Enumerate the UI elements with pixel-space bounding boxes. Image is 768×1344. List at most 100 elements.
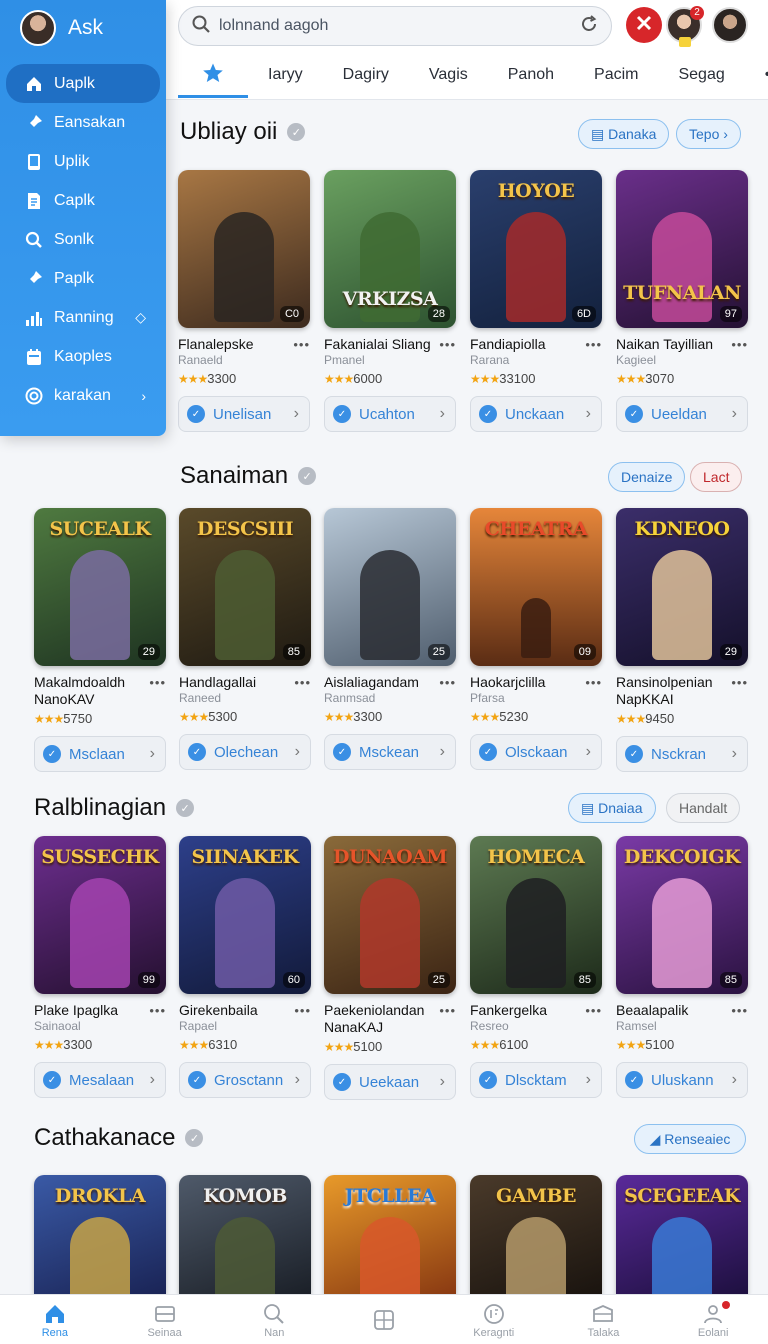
game-thumbnail[interactable]: SUCEALK 29 xyxy=(34,508,166,666)
more-icon[interactable]: ••• xyxy=(439,1002,456,1019)
tab-vagis[interactable]: Vagis xyxy=(409,52,488,98)
game-card[interactable]: HOYOE 6D Fandiapiolla ••• Rarana ★★★33100 … xyxy=(470,170,602,432)
game-thumbnail[interactable]: SIINAKEK 60 xyxy=(179,836,311,994)
tab-iaryy[interactable]: Iaryy xyxy=(248,52,323,98)
game-thumbnail[interactable]: GAMBE xyxy=(470,1175,602,1294)
game-thumbnail[interactable]: KOMOB xyxy=(179,1175,311,1294)
filter-pill[interactable]: ▤ Danaka xyxy=(578,119,670,149)
more-icon[interactable]: ••• xyxy=(585,674,602,691)
game-thumbnail[interactable]: HOYOE 6D xyxy=(470,170,602,328)
game-card[interactable]: KDNEOO 29 Ransinolpenian NapKKAI ••• ★★★94… xyxy=(616,508,748,772)
nav-search[interactable]: Nan xyxy=(219,1295,329,1344)
more-icon[interactable]: ••• xyxy=(439,674,456,691)
sidebar-item-uplik[interactable]: Uplik xyxy=(6,142,160,181)
filter-pill[interactable]: Denaize xyxy=(608,462,686,492)
nav-box[interactable]: Talaka xyxy=(549,1295,659,1344)
nav-home[interactable]: Rena xyxy=(0,1295,110,1344)
game-action-button[interactable]: ✓ Unckaan › xyxy=(470,396,602,432)
game-card[interactable]: CHEATRA 09 Haokarjclilla ••• Pfarsa ★★★523… xyxy=(470,508,602,770)
game-action-button[interactable]: ✓ Mesalaan › xyxy=(34,1062,166,1098)
game-card[interactable]: DROKLA xyxy=(34,1175,166,1294)
game-thumbnail[interactable]: CHEATRA 09 xyxy=(470,508,602,666)
more-icon[interactable]: ••• xyxy=(731,336,748,353)
filter-pill[interactable]: ◢ Renseaiec xyxy=(634,1124,746,1154)
profile-avatar[interactable] xyxy=(712,7,748,43)
tab-dagiry[interactable]: Dagiry xyxy=(323,52,409,98)
game-card[interactable]: HOMECA 85 Fankergelka ••• Resreo ★★★6100 ✓… xyxy=(470,836,602,1098)
game-thumbnail[interactable]: TUFNALAN 97 xyxy=(616,170,748,328)
game-card[interactable]: SUCEALK 29 Makalmdoaldh NanoKAV ••• ★★★575… xyxy=(34,508,166,772)
game-card[interactable]: C0 Flanalepske ••• Ranaeld ★★★3300 ✓ Uneli… xyxy=(178,170,310,432)
game-card[interactable]: DESCSIII 85 Handlagallai ••• Raneed ★★★530… xyxy=(179,508,311,770)
more-icon[interactable]: ••• xyxy=(149,674,166,691)
sidebar-item-kaoples[interactable]: Kaoples xyxy=(6,337,160,376)
nav-grid[interactable] xyxy=(329,1295,439,1344)
game-action-button[interactable]: ✓ Unelisan › xyxy=(178,396,310,432)
game-action-button[interactable]: ✓ Olsckaan › xyxy=(470,734,602,770)
game-card[interactable]: SCEGEEAK xyxy=(616,1175,748,1294)
tab-pacim[interactable]: Pacim xyxy=(574,52,658,98)
avatar[interactable] xyxy=(20,10,56,46)
game-card[interactable]: GAMBE xyxy=(470,1175,602,1294)
filter-pill[interactable]: Lact xyxy=(690,462,743,492)
game-action-button[interactable]: ✓ Ueeldan › xyxy=(616,396,748,432)
more-icon[interactable]: ••• xyxy=(149,1002,166,1019)
game-action-button[interactable]: ✓ Dlscktam › xyxy=(470,1062,602,1098)
game-card[interactable]: 25 Aislaliagandam ••• Ranmsad ★★★3300 ✓ Ms… xyxy=(324,508,456,770)
filter-pill[interactable]: Handalt xyxy=(666,793,741,823)
filter-pill[interactable]: ▤ Dnaiaa xyxy=(568,793,656,823)
more-icon[interactable]: ••• xyxy=(293,336,310,353)
user-avatar[interactable]: 2 xyxy=(666,6,704,47)
search-input[interactable] xyxy=(219,17,579,35)
sidebar-item-sonlk[interactable]: Sonlk xyxy=(6,220,160,259)
game-thumbnail[interactable]: SCEGEEAK xyxy=(616,1175,748,1294)
tab-segag[interactable]: Segag xyxy=(658,52,744,98)
tab-home[interactable] xyxy=(178,52,248,98)
more-icon[interactable]: ••• xyxy=(439,336,456,353)
game-action-button[interactable]: ✓ Uluskann › xyxy=(616,1062,748,1098)
sidebar-item-ranning[interactable]: Ranning ◇ xyxy=(6,298,160,337)
more-icon[interactable]: ••• xyxy=(731,1002,748,1019)
nav-inbox[interactable]: Seinaa xyxy=(110,1295,220,1344)
game-thumbnail[interactable]: DUNAOAM 25 xyxy=(324,836,456,994)
game-card[interactable]: DUNAOAM 25 Paekeniolandan NanaKAJ ••• ★★★5… xyxy=(324,836,456,1100)
game-action-button[interactable]: ✓ Olechean › xyxy=(179,734,311,770)
nav-badge[interactable]: Keragnti xyxy=(439,1295,549,1344)
game-thumbnail[interactable]: SUSSECHK 99 xyxy=(34,836,166,994)
tab-panoh[interactable]: Panoh xyxy=(488,52,574,98)
sidebar-item-karakan[interactable]: karakan › xyxy=(6,376,160,415)
game-thumbnail[interactable]: DEKCOIGK 85 xyxy=(616,836,748,994)
game-thumbnail[interactable]: DESCSIII 85 xyxy=(179,508,311,666)
game-card[interactable]: SUSSECHK 99 Plake Ipaglka ••• Sainaoal ★★★… xyxy=(34,836,166,1098)
game-card[interactable]: SIINAKEK 60 Girekenbaila ••• Rapael ★★★631… xyxy=(179,836,311,1098)
sidebar-item-caplk[interactable]: Caplk xyxy=(6,181,160,220)
game-thumbnail[interactable]: DROKLA xyxy=(34,1175,166,1294)
game-action-button[interactable]: ✓ Msckean › xyxy=(324,734,456,770)
game-thumbnail[interactable]: JTCLLEA xyxy=(324,1175,456,1294)
more-icon[interactable]: ••• xyxy=(585,336,602,353)
game-thumbnail[interactable]: 25 xyxy=(324,508,456,666)
game-action-button[interactable]: ✓ Grosctann › xyxy=(179,1062,311,1098)
game-thumbnail[interactable]: C0 xyxy=(178,170,310,328)
sidebar-item-paplk[interactable]: Paplk xyxy=(6,259,160,298)
more-icon[interactable]: ••• xyxy=(731,674,748,691)
game-action-button[interactable]: ✓ Nsckran › xyxy=(616,736,748,772)
more-icon[interactable]: ••• xyxy=(294,1002,311,1019)
game-card[interactable]: KOMOB xyxy=(179,1175,311,1294)
game-thumbnail[interactable]: KDNEOO 29 xyxy=(616,508,748,666)
close-button[interactable] xyxy=(626,7,662,43)
sidebar-item-home[interactable]: Uaplk xyxy=(6,64,160,103)
game-card[interactable]: VRKIZSA 28 Fakanialai Sliang ••• Pmanel ★★… xyxy=(324,170,456,432)
game-card[interactable]: TUFNALAN 97 Naikan Tayillian ••• Kagieel ★… xyxy=(616,170,748,432)
game-action-button[interactable]: ✓ Ucahton › xyxy=(324,396,456,432)
game-card[interactable]: JTCLLEA xyxy=(324,1175,456,1294)
more-icon[interactable]: ••• xyxy=(294,674,311,691)
game-thumbnail[interactable]: VRKIZSA 28 xyxy=(324,170,456,328)
game-action-button[interactable]: ✓ Ueekaan › xyxy=(324,1064,456,1100)
nav-profile[interactable]: Eolani xyxy=(658,1295,768,1344)
filter-pill[interactable]: Tepo › xyxy=(676,119,741,149)
game-thumbnail[interactable]: HOMECA 85 xyxy=(470,836,602,994)
sidebar-item-eansakan[interactable]: Eansakan xyxy=(6,103,160,142)
refresh-icon[interactable] xyxy=(579,14,599,39)
game-action-button[interactable]: ✓ Msclaan › xyxy=(34,736,166,772)
